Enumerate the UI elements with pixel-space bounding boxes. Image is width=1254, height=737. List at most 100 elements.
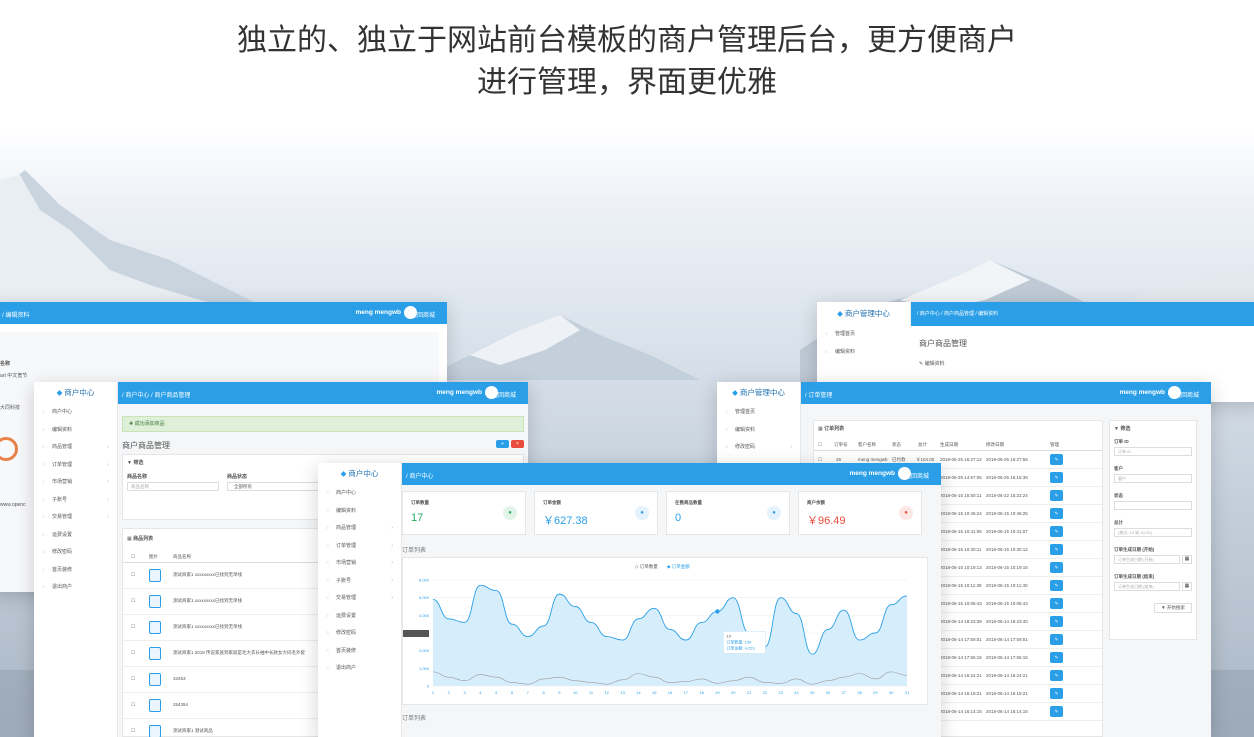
filter-input[interactable]: 订单 ID — [1114, 447, 1192, 456]
back-to-shop-link[interactable]: 返回商城 — [905, 471, 929, 480]
stat-icon: ● — [503, 506, 517, 520]
sidebar-item[interactable]: ◌ 交易管理 › — [318, 590, 401, 608]
filter-input[interactable]: 订单生成日期 (结束) — [1114, 582, 1180, 591]
product-status-select[interactable]: 全部所有 — [227, 482, 319, 491]
edit-button[interactable]: ✎ — [1050, 652, 1063, 663]
calendar-icon[interactable]: ▦ — [1182, 582, 1192, 591]
back-to-shop-link[interactable]: 返回商城 — [492, 390, 516, 399]
checkbox[interactable]: ☐ — [131, 702, 135, 708]
stat-icon: ● — [899, 506, 913, 520]
sidebar-brand[interactable]: ◆ 商户中心 — [318, 463, 402, 485]
cell: 2018-06-14 17:55:15 — [940, 655, 982, 660]
checkbox[interactable]: ☐ — [131, 624, 135, 630]
checkbox[interactable]: ☐ — [131, 554, 135, 560]
filter-input[interactable]: (格式: 10 或 10-20) — [1114, 528, 1192, 537]
x-tick-label: 23 — [778, 690, 783, 695]
menu-icon: ◌ — [42, 584, 45, 590]
edit-button[interactable]: ✎ — [1050, 508, 1063, 519]
edit-button[interactable]: ✎ — [1050, 634, 1063, 645]
add-product-button[interactable]: + — [496, 440, 509, 448]
username[interactable]: meng mengwb — [1119, 389, 1165, 396]
column-header: 修改日期 — [986, 442, 1004, 447]
checkbox[interactable]: ☐ — [818, 442, 822, 448]
delete-product-button[interactable]: × — [511, 440, 524, 448]
sidebar-item[interactable]: ◌ 交易管理 › — [34, 509, 117, 527]
menu-icon: ◌ — [326, 507, 329, 514]
sidebar-brand[interactable]: ◆ 商户管理中心 — [717, 382, 801, 404]
edit-button[interactable]: ✎ — [1050, 670, 1063, 681]
edit-button[interactable]: ✎ — [1050, 544, 1063, 555]
username[interactable]: meng mengwb — [355, 309, 401, 316]
checkbox[interactable]: ☐ — [131, 572, 135, 578]
edit-button[interactable]: ✎ — [1050, 526, 1063, 537]
sidebar-brand[interactable]: ◆ 商户管理中心 — [817, 302, 910, 326]
edit-button[interactable]: ✎ — [1050, 472, 1063, 483]
headline-line-1: 独立的、独立于网站前台模板的商户管理后台，更方便商户 — [237, 23, 1017, 58]
edit-button[interactable]: ✎ — [1050, 616, 1063, 627]
filter-input[interactable]: 客户 — [1114, 474, 1192, 483]
sidebar-item[interactable]: ◌ 订单管理 › — [318, 538, 401, 556]
edit-button[interactable]: ✎ — [1050, 706, 1063, 717]
sidebar-item[interactable]: ◌ 管理首页 — [717, 404, 800, 422]
sidebar-item[interactable]: ◌ 编辑资料 — [817, 344, 911, 362]
checkbox[interactable]: ☐ — [131, 676, 135, 682]
field-value-2[interactable]: 大同科技 — [0, 404, 20, 411]
stat-value: ￥96.49 — [807, 515, 846, 527]
product-name: 测试商家1 xxxxxxxxx已找到无单线 — [173, 572, 243, 577]
edit-button[interactable]: ✎ — [1050, 490, 1063, 501]
menu-icon: ◌ — [326, 647, 329, 654]
sidebar-brand[interactable]: ◆ 商户中心 — [34, 382, 118, 404]
sidebar-item[interactable]: ◌ 市场营销 › — [34, 474, 117, 492]
checkbox[interactable]: ☐ — [131, 728, 135, 734]
product-name: 测试商家1 xxxxxxxxx已找到无单线 — [173, 598, 243, 603]
sidebar-item[interactable]: ◌ 编辑资料 — [717, 422, 800, 440]
username[interactable]: meng mengwb — [849, 470, 895, 477]
sidebar-item[interactable]: ◌ 子账号 › — [318, 573, 401, 591]
sidebar-item[interactable]: ◌ 商户中心 — [34, 404, 117, 422]
hero-section: 独立的、独立于网站前台模板的商户管理后台，更方便商户 进行管理，界面更优雅 / … — [0, 0, 1254, 737]
calendar-icon[interactable]: ▦ — [1182, 555, 1192, 564]
sidebar-item[interactable]: ◌ 修改密码 — [318, 625, 401, 643]
sidebar-item[interactable]: ◌ 子账号 › — [34, 492, 117, 510]
sidebar-item[interactable]: ◌ 市场营销 › — [318, 555, 401, 573]
sidebar-item[interactable]: ◌ 退出商户 — [34, 579, 117, 597]
sidebar-item[interactable]: ◌ 修改密码 › — [717, 439, 800, 457]
sidebar-item[interactable]: ◌ 首页装修 — [318, 643, 401, 661]
sidebar-item[interactable]: ◌ 修改密码 — [34, 544, 117, 562]
x-tick-label: 28 — [857, 690, 862, 695]
edit-button[interactable]: ✎ — [1050, 562, 1063, 573]
sidebar-item[interactable]: ◌ 商品管理 › — [34, 439, 117, 457]
sidebar-item[interactable]: ◌ 订单管理 › — [34, 457, 117, 475]
product-name-input[interactable]: 商品名称 — [127, 482, 219, 491]
edit-button[interactable]: ✎ — [1050, 598, 1063, 609]
sidebar-item-label: 管理首页 — [735, 409, 756, 415]
sidebar-item[interactable]: ◌ 商品管理 › — [318, 520, 401, 538]
field-value[interactable]: art 中文宽节 — [0, 372, 27, 379]
back-to-shop-link[interactable]: 返回商城 — [411, 310, 435, 319]
edit-button[interactable]: ✎ — [1050, 454, 1063, 465]
sidebar-item[interactable]: ◌ 运费设置 — [34, 527, 117, 545]
username[interactable]: meng mengwb — [436, 389, 482, 396]
sidebar-item[interactable]: ◌ 退出商户 — [318, 660, 401, 678]
x-tick-label: 9 — [558, 690, 561, 695]
x-tick-label: 19 — [715, 690, 720, 695]
checkbox[interactable]: ☐ — [131, 650, 135, 656]
edit-button[interactable]: ✎ — [1050, 580, 1063, 591]
sidebar-item[interactable]: ◌ 编辑资料 — [318, 503, 401, 521]
back-to-shop-link[interactable]: 返回商城 — [1175, 390, 1199, 399]
search-button[interactable]: ▼ 开始搜索 — [1154, 603, 1192, 613]
sidebar-item-label: 商户中心 — [336, 490, 357, 496]
sidebar-item[interactable]: ◌ 管理首页 — [817, 326, 911, 344]
filter-input[interactable] — [1114, 501, 1192, 510]
filter-input[interactable]: 订单生成日期 (开始) — [1114, 555, 1180, 564]
menu-icon: ◌ — [42, 444, 45, 450]
edit-button[interactable]: ✎ — [1050, 688, 1063, 699]
sidebar-item[interactable]: ◌ 运费设置 — [318, 608, 401, 626]
chevron-right-icon: › — [391, 595, 393, 601]
sidebar-item[interactable]: ◌ 商户中心 — [318, 485, 401, 503]
column-header: 商品名称 — [173, 554, 191, 559]
checkbox[interactable]: ☐ — [131, 598, 135, 604]
sidebar-item[interactable]: ◌ 编辑资料 — [34, 422, 117, 440]
success-notice: ✚ 成功添加商品 — [122, 416, 524, 432]
sidebar-item[interactable]: ◌ 首页装修 — [34, 562, 117, 580]
